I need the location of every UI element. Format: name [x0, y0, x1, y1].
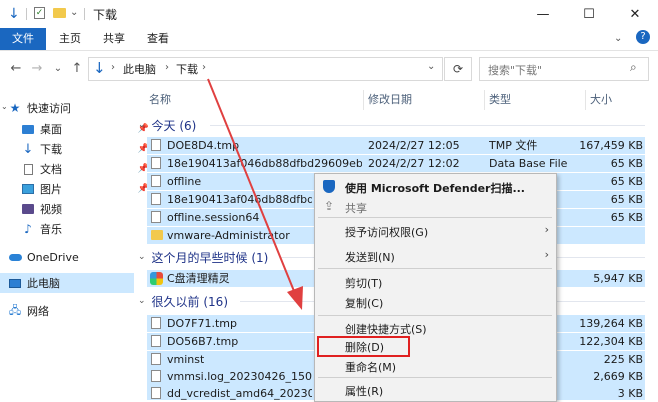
menu-item-cut[interactable]: 剪切(T) — [315, 271, 556, 293]
defender-shield-icon — [323, 180, 335, 193]
submenu-arrow-icon: › — [544, 248, 549, 261]
menu-item-label: 剪切(T) — [345, 277, 383, 290]
menu-item-label: 授予访问权限(G) — [345, 226, 429, 239]
menu-separator — [318, 217, 552, 218]
context-menu: 使用 Microsoft Defender扫描... ⇪ 共享 授予访问权限(G… — [314, 173, 557, 402]
menu-item-copy[interactable]: 复制(C) — [315, 291, 556, 313]
menu-item-label: 使用 Microsoft Defender扫描... — [345, 182, 525, 195]
menu-item-label: 共享 — [345, 202, 367, 215]
menu-item-delete[interactable]: 删除(D) — [315, 335, 556, 357]
menu-item-rename[interactable]: 重命名(M) — [315, 355, 556, 377]
menu-separator — [318, 268, 552, 269]
share-icon: ⇪ — [324, 199, 335, 213]
arrow-shaft — [207, 78, 297, 297]
menu-item-label: 发送到(N) — [345, 251, 395, 264]
menu-item-label: 删除(D) — [345, 341, 385, 354]
menu-item-label: 重命名(M) — [345, 361, 397, 374]
menu-item-send-to[interactable]: 发送到(N) › — [315, 245, 556, 267]
menu-separator — [318, 377, 552, 378]
menu-item-properties[interactable]: 属性(R) — [315, 379, 556, 401]
menu-item-label: 属性(R) — [345, 385, 384, 398]
submenu-arrow-icon: › — [544, 223, 549, 236]
menu-item-defender-scan[interactable]: 使用 Microsoft Defender扫描... — [315, 176, 556, 198]
arrow-head — [287, 286, 303, 310]
menu-item-grant-access[interactable]: 授予访问权限(G) › — [315, 220, 556, 242]
menu-item-label: 复制(C) — [345, 297, 384, 310]
menu-separator — [318, 315, 552, 316]
menu-item-share[interactable]: ⇪ 共享 — [315, 196, 556, 218]
